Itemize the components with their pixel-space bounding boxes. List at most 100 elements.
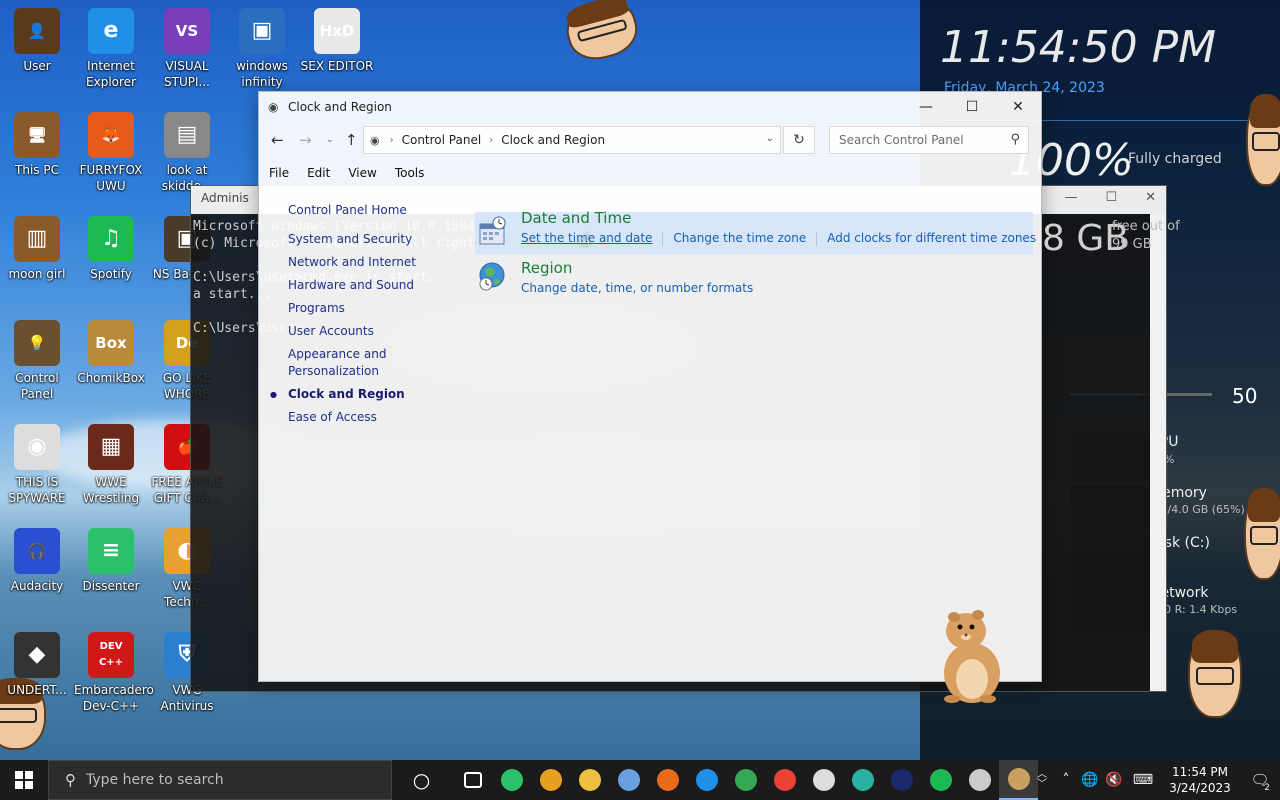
taskbar-app-chrome-3-icon[interactable] — [765, 760, 804, 800]
sidebar-item-user-accounts[interactable]: User Accounts — [259, 323, 459, 340]
refresh-icon[interactable]: ↻ — [783, 126, 815, 154]
taskbar-app-chrome-2-icon[interactable] — [726, 760, 765, 800]
address-bar[interactable]: ◉ › Control Panel › Clock and Region ⌄ — [363, 126, 781, 154]
cmd-minimize-button[interactable]: — — [1064, 190, 1077, 205]
menu-view[interactable]: View — [348, 166, 376, 180]
address-dropdown-icon[interactable]: ⌄ — [766, 133, 774, 144]
volume-muted-icon[interactable]: 🔇 — [1102, 772, 1126, 788]
desktop-icon-sex-editor[interactable]: HxD SEX EDITOR — [300, 8, 374, 74]
desktop-icon-this-pc[interactable]: 🖥 This PC — [0, 112, 74, 178]
desktop-icon-undert[interactable]: ◆ UNDERT... — [0, 632, 74, 698]
taskbar: ⚲ Type here to search ○ ︿ ﹀ ˄ 🌐 🔇 ⌨ 11:54… — [0, 760, 1280, 800]
desktop-icon-label: User — [23, 59, 51, 73]
menu-edit[interactable]: Edit — [307, 166, 330, 180]
taskbar-app-file-explorer-icon[interactable] — [570, 760, 609, 800]
sidebar-item-appearance[interactable]: Appearance and Personalization — [259, 346, 389, 380]
desktop-icon-audacity[interactable]: 🎧 Audacity — [0, 528, 74, 594]
breadcrumb-clock-and-region[interactable]: Clock and Region — [501, 133, 605, 147]
control-panel-icon: ◉ — [268, 100, 279, 114]
app-icon: ≡ — [88, 528, 134, 574]
minimize-button[interactable]: — — [903, 92, 949, 122]
keyboard-icon[interactable]: ⌨ — [1126, 772, 1160, 788]
taskbar-app-drop-icon[interactable] — [804, 760, 843, 800]
desktop-icon-wwe-wrestling[interactable]: ▦ WWE Wrestling — [74, 424, 148, 506]
app-glyph — [695, 769, 718, 791]
desktop-icon-chomikbox[interactable]: Box ChomikBox — [74, 320, 148, 386]
desktop-icon-look-at-skidde[interactable]: ▤ look at skidde... — [150, 112, 224, 194]
category-date-and-time: Date and Time Set the time and date Chan… — [475, 209, 1036, 254]
sidebar-item-programs[interactable]: Programs — [259, 300, 459, 317]
forward-arrow-icon[interactable]: → — [299, 131, 312, 149]
taskbar-app-virtualbox-icon[interactable] — [609, 760, 648, 800]
cmd-scrollbar[interactable] — [1150, 214, 1166, 691]
desktop-icon-furryfox-uwu[interactable]: 🦊 FURRYFOX UWU — [74, 112, 148, 194]
desktop-icon-internet-explorer[interactable]: e Internet Explorer — [74, 8, 148, 90]
taskbar-app-green-app-icon[interactable] — [492, 760, 531, 800]
app-glyph — [578, 769, 601, 791]
category-title-date-and-time[interactable]: Date and Time — [521, 209, 631, 227]
search-input[interactable]: Search Control Panel ⚲ — [829, 126, 1029, 154]
taskbar-app-firefox-icon[interactable] — [648, 760, 687, 800]
sidebar-item-network-and-internet[interactable]: Network and Internet — [259, 254, 459, 271]
search-icon: ⚲ — [1010, 132, 1020, 147]
taskbar-search-input[interactable]: ⚲ Type here to search — [48, 760, 392, 800]
start-button[interactable] — [0, 760, 48, 800]
back-arrow-icon[interactable]: ← — [271, 131, 284, 149]
globe-clock-icon — [477, 260, 509, 292]
cortana-icon[interactable]: ○ — [402, 760, 441, 800]
show-hidden-icons-chevron-icon[interactable]: ˄ — [1054, 772, 1078, 788]
sidebar-item-clock-and-region[interactable]: Clock and Region — [259, 386, 459, 403]
close-button[interactable]: ✕ — [995, 92, 1041, 122]
desktop-icon-label: This PC — [15, 163, 59, 177]
tray-scroll-icon[interactable]: ︿ ﹀ — [1030, 770, 1054, 790]
sidebar-item-hardware-and-sound[interactable]: Hardware and Sound — [259, 277, 459, 294]
desktop-icon-this-is-spyware[interactable]: ◉ THIS IS SPYWARE — [0, 424, 74, 506]
desktop-icon-control-panel[interactable]: 💡 Control Panel — [0, 320, 74, 402]
sidebar-item-ease-of-access[interactable]: Ease of Access — [259, 409, 459, 426]
link-change-formats[interactable]: Change date, time, or number formats — [521, 281, 753, 295]
up-arrow-icon[interactable]: ↑ — [345, 131, 358, 149]
desktop-icon-spotify[interactable]: ♫ Spotify — [74, 216, 148, 282]
network-globe-icon[interactable]: 🌐 — [1078, 772, 1102, 788]
desktop-icon-moon-girl[interactable]: ▥ moon girl — [0, 216, 74, 282]
app-icon: 👤 — [14, 8, 60, 54]
maximize-button[interactable]: ☐ — [949, 92, 995, 122]
desktop-icon-user[interactable]: 👤 User — [0, 8, 74, 74]
sidebar-item-home[interactable]: Control Panel Home — [259, 202, 459, 219]
category-title-region[interactable]: Region — [521, 259, 572, 277]
notification-center-icon[interactable]: 🗨 2 — [1240, 771, 1280, 793]
link-add-clocks[interactable]: Add clocks for different time zones — [827, 231, 1036, 246]
cartoon-head-sticker — [1188, 630, 1242, 718]
taskbar-app-chrome-icon[interactable] — [531, 760, 570, 800]
widget-volume-value: 50 — [1232, 384, 1258, 408]
desktop-icon-dissenter[interactable]: ≡ Dissenter — [74, 528, 148, 594]
sidebar-item-system-and-security[interactable]: System and Security — [259, 231, 459, 248]
app-icon: HxD — [314, 8, 360, 54]
taskbar-app-photo-icon[interactable] — [960, 760, 999, 800]
taskbar-app-disney-icon[interactable] — [882, 760, 921, 800]
taskbar-apps — [453, 760, 1038, 800]
widget-storage-free: free out of 99 GB — [1112, 219, 1180, 252]
desktop-icon-windows-infinity[interactable]: ▣ windows infinity — [225, 8, 299, 90]
link-divider — [816, 232, 818, 246]
cmd-close-button[interactable]: ✕ — [1145, 190, 1156, 205]
desktop-icon-visual-stupi[interactable]: VS VISUAL STUPI... — [150, 8, 224, 90]
breadcrumb-control-panel[interactable]: Control Panel — [402, 133, 482, 147]
cartoon-head-sticker — [1244, 488, 1280, 580]
taskbar-clock[interactable]: 11:54 PM 3/24/2023 — [1160, 764, 1240, 796]
menu-tools[interactable]: Tools — [395, 166, 425, 180]
menu-file[interactable]: File — [269, 166, 289, 180]
taskbar-app-task-view-icon[interactable] — [453, 760, 492, 800]
taskbar-app-edge-icon[interactable] — [687, 760, 726, 800]
taskbar-app-spotify-icon[interactable] — [921, 760, 960, 800]
taskbar-app-edge-2-icon[interactable] — [843, 760, 882, 800]
app-glyph — [968, 769, 991, 791]
app-glyph — [500, 769, 523, 791]
desktop-icon-embarcadero-dev-c[interactable]: DEV C++ Embarcadero Dev-C++ — [74, 632, 154, 714]
app-glyph — [656, 769, 679, 791]
cmd-maximize-button[interactable]: ☐ — [1105, 190, 1117, 205]
control-panel-window[interactable]: ◉ Clock and Region — ☐ ✕ ← → ⌄ ↑ ◉ › Con… — [258, 91, 1042, 682]
recent-locations-chevron-icon[interactable]: ⌄ — [326, 135, 334, 145]
link-change-time-zone[interactable]: Change the time zone — [673, 231, 806, 246]
app-icon: ▤ — [164, 112, 210, 158]
